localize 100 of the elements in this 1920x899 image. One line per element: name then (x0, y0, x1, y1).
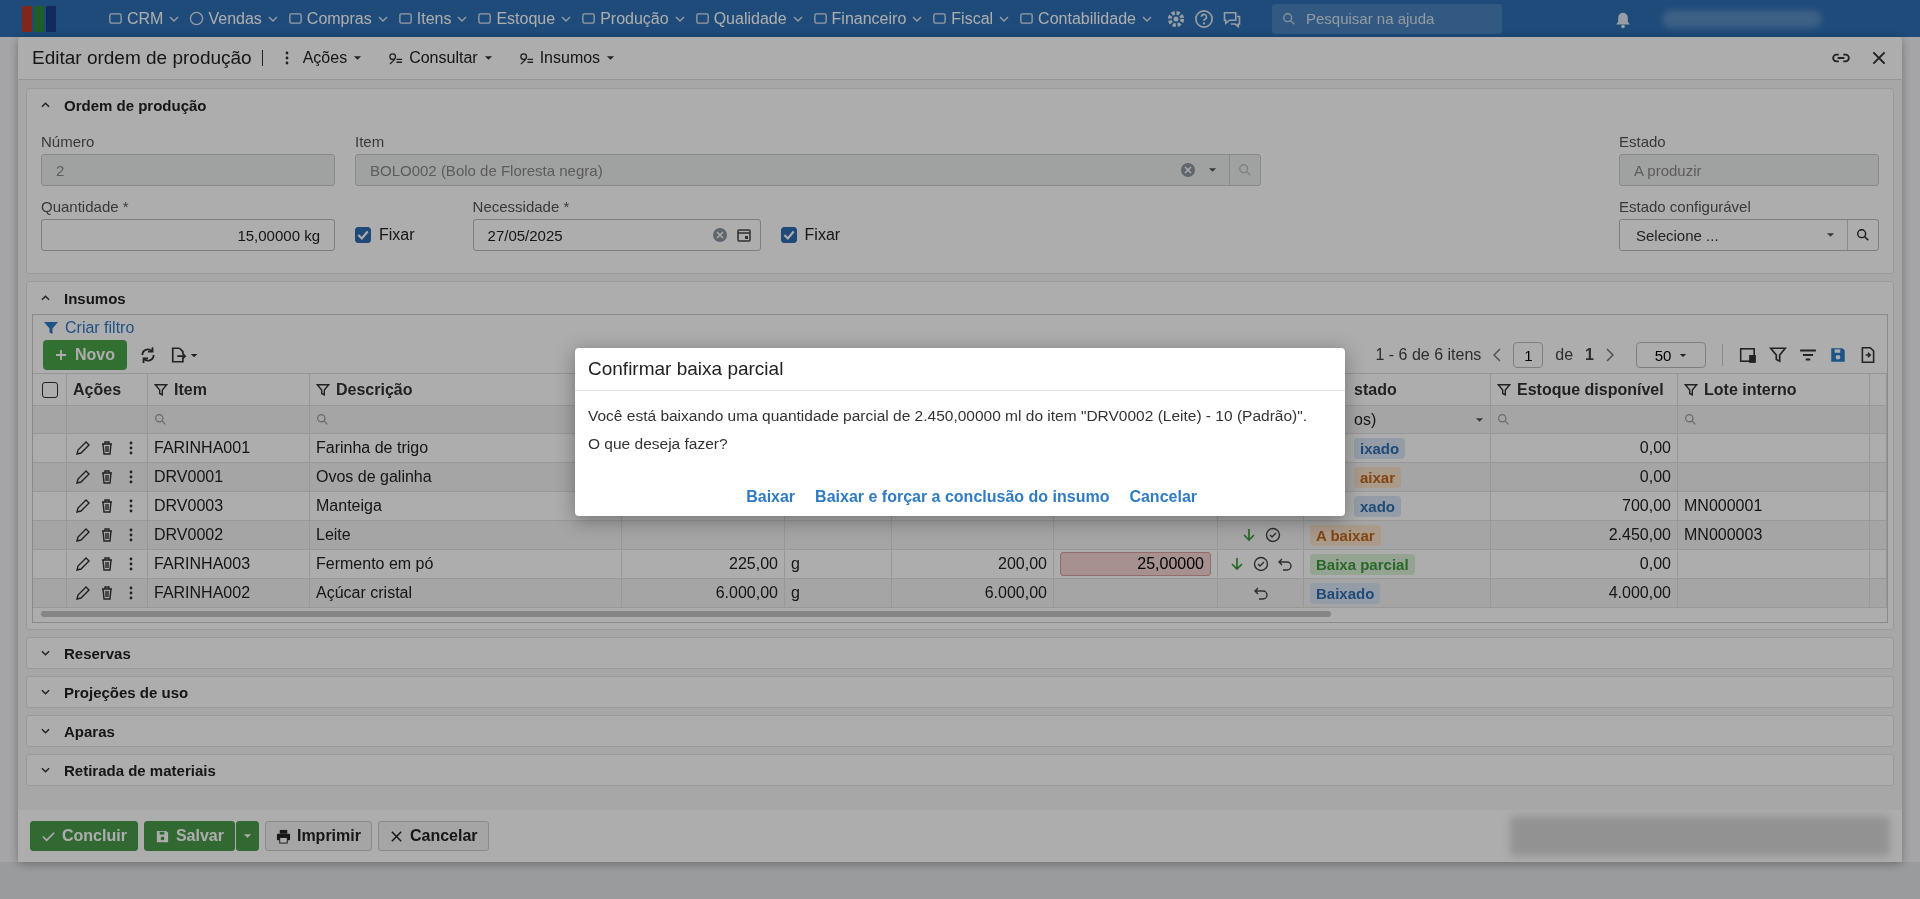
scrollbar-thumb[interactable] (41, 611, 1331, 617)
clear-icon[interactable] (1180, 162, 1196, 178)
footer-button[interactable]: Imprimir (264, 821, 372, 851)
delete-icon[interactable] (99, 469, 115, 485)
nav-menu[interactable]: Fiscal (928, 9, 1014, 28)
edit-icon[interactable] (75, 469, 91, 485)
window-menu[interactable]: Consultar (382, 48, 499, 68)
check-circle-icon[interactable] (1264, 527, 1281, 543)
nav-menu[interactable]: Estoque (473, 9, 576, 28)
export-icon[interactable] (169, 346, 199, 364)
dialog-button[interactable]: Cancelar (1121, 484, 1205, 510)
filter-select[interactable]: os) (1354, 410, 1377, 429)
next-page-icon[interactable] (1606, 348, 1614, 362)
columns-icon[interactable] (1739, 346, 1757, 364)
state-select[interactable]: Selecione ... (1619, 219, 1879, 251)
fix-checkbox[interactable]: Fixar (355, 219, 415, 251)
quantity-input[interactable]: 25,00000 (1060, 552, 1211, 576)
undo-icon[interactable] (1276, 556, 1293, 572)
calendar-icon[interactable] (735, 227, 752, 243)
help-icon[interactable] (1193, 8, 1214, 29)
edit-icon[interactable] (75, 556, 91, 572)
quantity-field[interactable]: 15,00000 kg (41, 219, 335, 251)
chevron-icon[interactable] (41, 728, 50, 734)
nav-menu[interactable]: Contabilidade (1015, 9, 1156, 28)
column-header[interactable]: stado (1354, 380, 1397, 399)
date-field[interactable]: 27/05/2025 (472, 219, 761, 251)
chevron-icon[interactable] (41, 767, 50, 773)
collapsed-section[interactable]: Retirada de materiais (26, 754, 1894, 786)
close-icon[interactable] (1870, 49, 1888, 67)
save-icon[interactable] (1829, 346, 1847, 364)
column-header[interactable]: Estoque disponível (1517, 380, 1664, 399)
filter-icon[interactable] (1684, 382, 1698, 397)
page-size-select[interactable]: 50 (1636, 342, 1706, 368)
dropdown-button[interactable] (235, 821, 259, 851)
chevron-icon[interactable] (41, 295, 50, 301)
filter-icon[interactable] (43, 320, 59, 336)
column-header[interactable]: Ações (73, 380, 122, 399)
search-icon[interactable] (1856, 228, 1870, 242)
down-arrow-icon[interactable] (1240, 527, 1257, 543)
window-menu[interactable]: Insumos (512, 48, 622, 68)
caret-icon[interactable] (1826, 232, 1835, 238)
chevron-icon[interactable] (41, 689, 50, 695)
delete-icon[interactable] (99, 498, 115, 514)
edit-icon[interactable] (75, 498, 91, 514)
dialog-question: O que deseja fazer? (588, 435, 729, 453)
menu-icon (108, 11, 123, 26)
clear-icon[interactable] (711, 227, 728, 243)
edit-icon[interactable] (75, 585, 91, 601)
nav-menu[interactable]: Compras (283, 9, 392, 28)
window-menu[interactable]: Ações (278, 48, 369, 68)
dialog-button[interactable]: Baixar (738, 484, 804, 510)
caret-icon (1141, 15, 1152, 22)
help-search-field[interactable]: Pesquisar na ajuda (1271, 3, 1502, 34)
delete-icon[interactable] (99, 556, 115, 572)
plus-icon (55, 349, 67, 361)
filter-icon[interactable] (1497, 382, 1511, 397)
page-field[interactable]: 1 (1513, 342, 1544, 368)
filter-icon[interactable] (1769, 346, 1787, 364)
caret-icon[interactable] (1475, 416, 1484, 423)
nav-menu[interactable]: CRM (104, 9, 184, 28)
nav-menu[interactable]: Produção (577, 9, 689, 28)
caret-icon (353, 55, 363, 61)
chevron-icon[interactable] (41, 650, 50, 656)
nav-menu[interactable]: Vendas (185, 9, 282, 28)
collapsed-section[interactable]: Aparas (26, 715, 1894, 747)
column-header[interactable]: Descrição (336, 380, 413, 399)
down-arrow-icon[interactable] (1228, 556, 1245, 572)
select-input[interactable]: Selecione ... (1634, 225, 1814, 245)
dialog-button[interactable]: Baixar e forçar a conclusão do insumo (807, 484, 1118, 510)
check-circle-icon[interactable] (1252, 556, 1269, 572)
table-cell: FARINHA001 (154, 439, 251, 457)
footer-button[interactable]: Cancelar (377, 821, 489, 851)
previous-page-icon[interactable] (1493, 348, 1502, 362)
filter-icon[interactable] (154, 382, 168, 397)
chevron-icon[interactable] (41, 102, 50, 108)
nav-menu[interactable]: Financeiro (808, 9, 927, 28)
undo-icon[interactable] (1252, 585, 1269, 601)
search-input[interactable]: Pesquisar na ajuda (1303, 9, 1478, 28)
edit-icon[interactable] (75, 527, 91, 543)
collapsed-section[interactable]: Reservas (26, 637, 1894, 669)
collapsed-section[interactable]: Projeções de uso (26, 676, 1894, 708)
edit-icon[interactable] (75, 440, 91, 456)
caret-icon[interactable] (1208, 167, 1217, 173)
delete-icon[interactable] (99, 585, 115, 601)
caret-icon (912, 15, 923, 22)
nav-menu[interactable]: Itens (393, 9, 472, 28)
document-icon[interactable] (1859, 346, 1877, 364)
fix-checkbox[interactable]: Fixar (780, 219, 841, 251)
nav-menu[interactable]: Qualidade (690, 9, 807, 28)
refresh-icon[interactable] (139, 346, 157, 364)
delete-icon[interactable] (99, 527, 115, 543)
table-cell: Ovos de galinha (316, 468, 432, 486)
column-header[interactable]: Item (174, 380, 207, 399)
filter-icon[interactable] (316, 382, 330, 397)
column-header[interactable]: Lote interno (1704, 380, 1797, 399)
settings-icon[interactable] (1165, 8, 1186, 29)
table-cell: Açúcar cristal (316, 584, 413, 602)
create-filter-link[interactable]: Criar filtro (65, 319, 135, 337)
select-all-checkbox[interactable] (41, 381, 58, 398)
delete-icon[interactable] (99, 440, 115, 456)
